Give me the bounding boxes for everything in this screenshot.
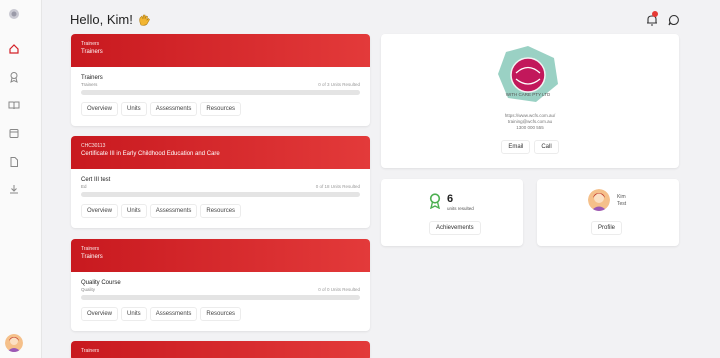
email-button[interactable]: Email — [501, 140, 531, 154]
course-title: Trainers — [81, 49, 103, 55]
organisation-logo: WITH CARE PTY LTD — [498, 46, 558, 102]
resources-button[interactable]: Resources — [200, 204, 242, 218]
notification-badge — [652, 11, 658, 17]
units-resulted-count: 6 — [447, 193, 454, 205]
enrolment-name: Quality Course — [81, 280, 121, 286]
course-card: Trainers — [71, 341, 370, 358]
download-icon[interactable] — [7, 182, 21, 196]
book-icon[interactable] — [7, 98, 21, 112]
course-card-header[interactable]: Trainers Trainers — [71, 34, 370, 67]
assessments-button[interactable]: Assessments — [149, 307, 198, 321]
logo-text: WITH CARE PTY LTD — [506, 92, 551, 97]
course-card: CHC30113 Certificate III in Early Childh… — [71, 136, 370, 228]
waving-hand-icon — [139, 14, 150, 26]
call-button[interactable]: Call — [534, 140, 559, 154]
enrolment-name: Cert III test — [81, 177, 111, 183]
overview-button[interactable]: Overview — [81, 102, 119, 116]
course-title: Certificate III in Early Childhood Educa… — [81, 151, 220, 157]
units-resulted-caption: units resulted — [447, 206, 474, 211]
page-title: Hello, Kim! — [70, 12, 151, 27]
course-code: Trainers — [81, 41, 100, 47]
award-icon[interactable] — [7, 70, 21, 84]
sidebar — [0, 0, 42, 358]
enrolment-sub: Quality — [81, 287, 96, 292]
progress-bar — [81, 295, 360, 300]
enrolment-sub: Trainers — [81, 82, 98, 87]
course-code: CHC30113 — [81, 143, 106, 149]
overview-button[interactable]: Overview — [81, 307, 119, 321]
profile-first-name: Kim — [617, 194, 626, 200]
app-logo-icon[interactable] — [7, 7, 21, 21]
achievements-button[interactable]: Achievements — [429, 221, 481, 235]
enrolment-name: Trainers — [81, 75, 103, 81]
enrolment-sub: Ed — [81, 184, 87, 189]
award-ribbon-icon — [429, 193, 441, 209]
profile-panel: Kim Test Profile — [537, 179, 679, 246]
chat-icon[interactable] — [667, 13, 681, 27]
achievements-panel: 6 units resulted Achievements — [381, 179, 523, 246]
sidebar-avatar[interactable] — [5, 334, 23, 352]
units-resulted: 0 of 0 Units Resulted — [318, 287, 360, 292]
assessments-button[interactable]: Assessments — [149, 102, 198, 116]
overview-button[interactable]: Overview — [81, 204, 119, 218]
course-card-header[interactable]: Trainers — [71, 341, 370, 358]
units-button[interactable]: Units — [121, 102, 147, 116]
organisation-panel: WITH CARE PTY LTD https://www.wcfs.com.a… — [381, 34, 679, 168]
course-card-header[interactable]: Trainers Trainers — [71, 239, 370, 272]
units-button[interactable]: Units — [121, 307, 147, 321]
profile-avatar — [588, 189, 610, 211]
profile-last-name: Test — [617, 201, 627, 207]
course-card-header[interactable]: CHC30113 Certificate III in Early Childh… — [71, 136, 370, 169]
course-code: Trainers — [81, 246, 100, 252]
contact-details: https://www.wcfs.com.au/ training@wcfs.c… — [381, 113, 679, 131]
phone-number: 1300 000 555 — [516, 125, 544, 130]
course-card: Trainers Trainers Quality Course Quality… — [71, 239, 370, 331]
profile-name: Kim Test — [617, 194, 626, 208]
course-title: Trainers — [81, 254, 103, 260]
course-card: Trainers Trainers Trainers Trainers 0 of… — [71, 34, 370, 126]
resources-button[interactable]: Resources — [200, 307, 242, 321]
assessments-button[interactable]: Assessments — [149, 204, 198, 218]
units-resulted: 0 of 3 Units Resulted — [318, 82, 360, 87]
course-code: Trainers — [81, 348, 100, 354]
document-icon[interactable] — [7, 155, 21, 169]
units-resulted: 0 of 18 Units Resulted — [315, 184, 360, 189]
progress-bar — [81, 90, 360, 95]
resources-button[interactable]: Resources — [200, 102, 242, 116]
profile-button[interactable]: Profile — [591, 221, 623, 235]
greeting-text: Hello, Kim! — [70, 12, 133, 27]
calendar-icon[interactable] — [7, 126, 21, 140]
home-icon[interactable] — [7, 42, 21, 56]
units-button[interactable]: Units — [121, 204, 147, 218]
progress-bar — [81, 192, 360, 197]
